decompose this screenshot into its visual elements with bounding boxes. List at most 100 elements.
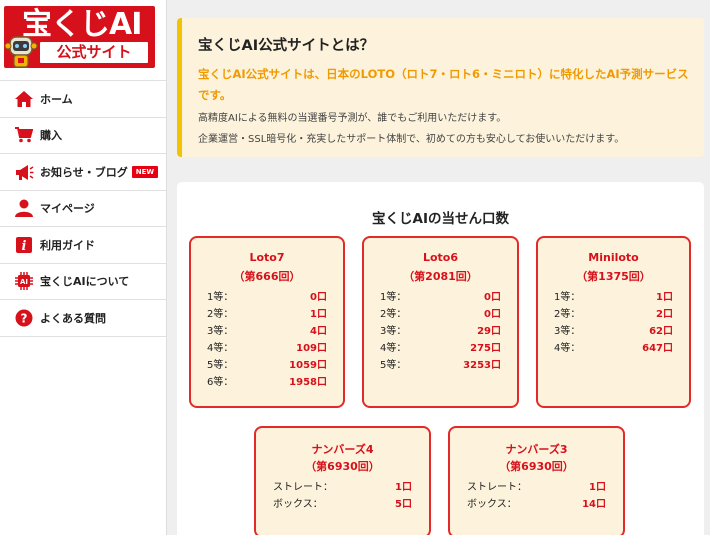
- prize-count-value: 1958口: [289, 377, 327, 388]
- winner-card[interactable]: ナンバーズ4 （第6930回） ストレート： 1口ボックス： 5口: [254, 426, 431, 535]
- guide-book-icon: i: [14, 235, 34, 255]
- nav-item-faq[interactable]: ? よくある質問: [0, 300, 167, 337]
- prize-count-value: 4口: [310, 326, 327, 337]
- prize-count-value: 5口: [395, 499, 412, 510]
- prize-count-value: 1059口: [289, 360, 327, 371]
- prize-tier-label: 2等：: [207, 309, 234, 320]
- nav-item-mypage[interactable]: マイページ: [0, 191, 167, 227]
- prize-row: 5等： 3253口: [380, 357, 501, 374]
- home-icon: [14, 89, 34, 109]
- svg-text:AI: AI: [20, 278, 28, 286]
- winner-card[interactable]: ナンバーズ3 （第6930回） ストレート： 1口 ボックス： 14口: [448, 426, 625, 535]
- winners-title: 宝くじAIの当せん口数: [372, 211, 509, 227]
- intro-text-2: 企業運営・SSL暗号化・充実したサポート体制で、初めての方も安心してお使いいただ…: [198, 134, 625, 145]
- card-lottery-name: Loto7: [249, 251, 285, 264]
- prize-row: 4等： 275口: [380, 340, 501, 357]
- prize-count-value: 14口: [582, 499, 606, 510]
- prize-row: 6等： 1958口: [207, 374, 327, 391]
- nav-label: 利用ガイド: [40, 238, 95, 252]
- main-nav: ホーム 購入 お知らせ・ブログ NEW マイページ i 利用ガイド AI 宝くじ…: [0, 80, 167, 337]
- prize-count-value: 109口: [296, 343, 327, 354]
- nav-label: マイページ: [40, 202, 95, 216]
- prize-count-value: 62口: [649, 326, 673, 337]
- prize-tier-label: 2等：: [554, 309, 581, 320]
- card-round: （第2081回）: [403, 270, 478, 283]
- winner-card[interactable]: Loto6 （第2081回） 1等： 0口 2等： 0口 3等： 29口 4等： 275口 5等： 3…: [362, 236, 519, 408]
- nav-label: 購入: [40, 129, 62, 143]
- logo-title: 宝くじAI: [22, 7, 142, 42]
- intro-lead: 宝くじAI公式サイトは、日本のLOTO（ロト7・ロト6・ミニロト）に特化したAI…: [198, 67, 689, 102]
- megaphone-icon: [14, 162, 34, 182]
- prize-tier-label: 1等：: [207, 292, 234, 303]
- site-logo[interactable]: 宝くじAI 公式サイト: [4, 6, 155, 68]
- prize-count-value: 0口: [484, 309, 501, 320]
- svg-text:?: ?: [21, 311, 28, 325]
- prize-row: 1等： 0口: [380, 289, 501, 306]
- prize-count-value: 0口: [310, 292, 327, 303]
- prize-tier-label: ストレート：: [273, 482, 333, 493]
- card-round: （第6930回）: [305, 460, 380, 473]
- card-lottery-name: Miniloto: [588, 251, 639, 264]
- winners-panel: 宝くじAIの当せん口数 Loto7 （第666回） 1等： 0口 2等： 1口 3等： 4口 4…: [177, 182, 704, 535]
- nav-label: ホーム: [40, 92, 73, 106]
- nav-label: よくある質問: [40, 311, 106, 325]
- prize-tier-label: ストレート：: [467, 482, 527, 493]
- card-round: （第666回）: [233, 270, 301, 283]
- intro-box: 宝くじAI公式サイトとは？ 宝くじAI公式サイトは、日本のLOTO（ロト7・ロト…: [177, 18, 704, 157]
- intro-text-1: 高精度AIによる無料の当選番号予測が、誰でもご利用いただけます。: [198, 113, 507, 124]
- prize-count-value: 3253口: [463, 360, 501, 371]
- prize-row: ボックス： 14口: [467, 496, 606, 513]
- prize-tier-label: 5等：: [380, 360, 407, 371]
- prize-tier-label: 2等：: [380, 309, 407, 320]
- prize-row: 3等： 62口: [554, 323, 673, 340]
- card-lottery-name: Loto6: [422, 251, 459, 264]
- prize-count-value: 1口: [310, 309, 327, 320]
- prize-row: 2等： 1口: [207, 306, 327, 323]
- winner-card[interactable]: Miniloto （第1375回） 1等： 1口 2等： 2口 3等： 62口 4等： 647口: [536, 236, 691, 408]
- prize-tier-label: 5等：: [207, 360, 234, 371]
- robot-mascot-icon: [4, 36, 38, 68]
- question-icon: ?: [14, 308, 34, 328]
- prize-count-value: 1口: [589, 482, 606, 493]
- prize-row: 3等： 4口: [207, 323, 327, 340]
- nav-item-home[interactable]: ホーム: [0, 81, 167, 118]
- prize-count-value: 2口: [656, 309, 673, 320]
- ai-chip-icon: AI: [14, 271, 34, 291]
- nav-item-about[interactable]: AI 宝くじAIについて: [0, 264, 167, 300]
- prize-count-value: 275口: [470, 343, 501, 354]
- prize-row: 2等： 2口: [554, 306, 673, 323]
- cart-icon: [14, 125, 34, 145]
- prize-count-value: 647口: [642, 343, 673, 354]
- new-badge: NEW: [131, 165, 159, 178]
- nav-item-purchase[interactable]: 購入: [0, 118, 167, 154]
- prize-tier-label: 1等：: [554, 292, 581, 303]
- prize-count-value: 29口: [477, 326, 501, 337]
- nav-label: お知らせ・ブログ: [40, 165, 128, 179]
- nav-item-news-blog[interactable]: お知らせ・ブログ NEW: [0, 154, 167, 191]
- prize-row: ストレート： 1口: [273, 479, 412, 496]
- winner-card[interactable]: Loto7 （第666回） 1等： 0口 2等： 1口 3等： 4口 4等： 109口 5等： 105…: [189, 236, 345, 408]
- prize-count-value: 0口: [484, 292, 501, 303]
- prize-row: ストレート： 1口: [467, 479, 606, 496]
- nav-item-guide[interactable]: i 利用ガイド: [0, 227, 167, 264]
- svg-text:i: i: [22, 239, 27, 254]
- sidebar: 宝くじAI 公式サイト ホーム 購入 お知らせ・ブログ NEW マイページ i …: [0, 0, 167, 535]
- prize-count-value: 1口: [395, 482, 412, 493]
- prize-tier-label: ボックス：: [467, 499, 517, 510]
- prize-count-value: 1口: [656, 292, 673, 303]
- prize-row: 1等： 1口: [554, 289, 673, 306]
- prize-tier-label: ボックス：: [273, 499, 323, 510]
- card-lottery-name: ナンバーズ3: [505, 443, 568, 456]
- prize-tier-label: 6等：: [207, 377, 234, 388]
- prize-row: 2等： 0口: [380, 306, 501, 323]
- intro-title: 宝くじAI公式サイトとは？: [198, 38, 375, 54]
- prize-row: 4等： 647口: [554, 340, 673, 357]
- prize-tier-label: 1等：: [380, 292, 407, 303]
- prize-row: 3等： 29口: [380, 323, 501, 340]
- prize-row: ボックス： 5口: [273, 496, 412, 513]
- prize-tier-label: 3等：: [554, 326, 581, 337]
- prize-tier-label: 4等：: [380, 343, 407, 354]
- card-lottery-name: ナンバーズ4: [311, 443, 374, 456]
- user-icon: [14, 198, 34, 218]
- card-round: （第1375回）: [576, 270, 651, 283]
